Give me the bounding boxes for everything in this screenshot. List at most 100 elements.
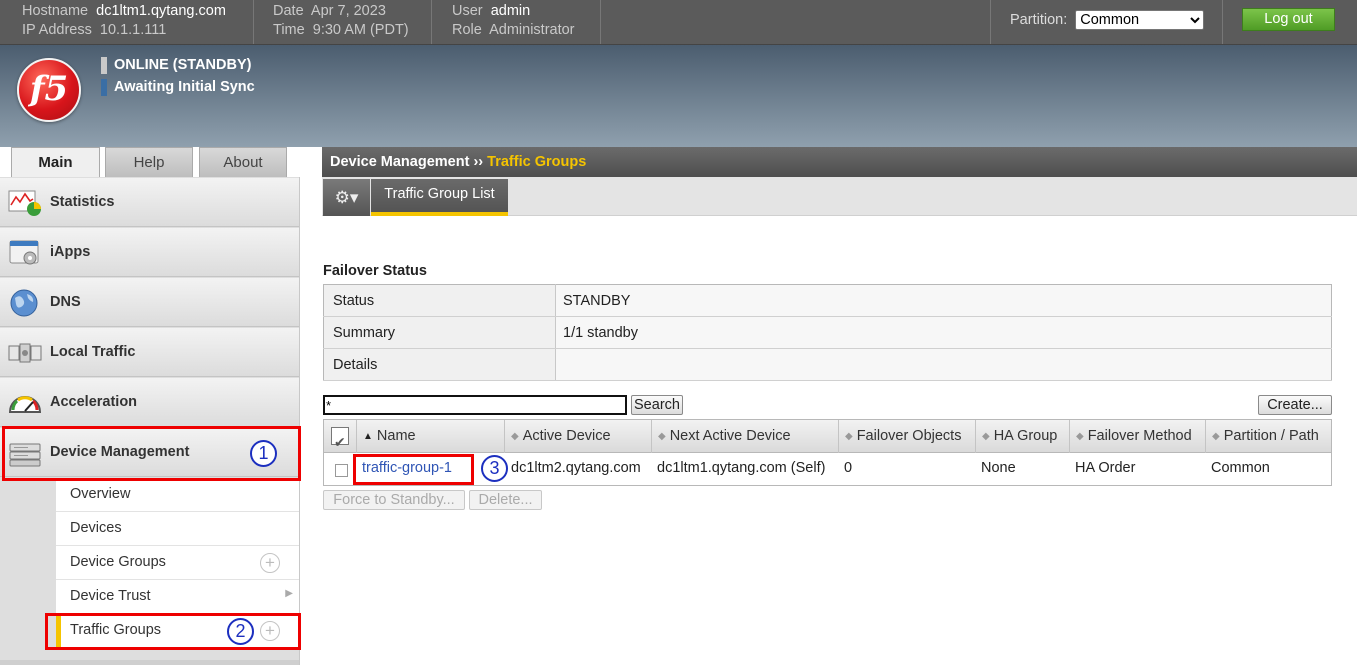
left-navigation: Statistics iApps DNS Local Traffic Accel… [0, 177, 300, 665]
tab-traffic-group-list[interactable]: Traffic Group List [371, 179, 508, 216]
subnav-label: Devices [70, 520, 122, 536]
role-label: Role [452, 22, 482, 38]
column-header-partition-path[interactable]: ◆ Partition / Path [1206, 420, 1331, 453]
column-label: Name [376, 428, 416, 444]
nav-iapps[interactable]: iApps [0, 228, 299, 277]
hostname-value: dc1ltm1.qytang.com [96, 3, 226, 19]
column-header-failover-objects[interactable]: ◆ Failover Objects [839, 420, 976, 453]
breadcrumb-current: Traffic Groups [487, 154, 587, 170]
details-key: Details [323, 348, 556, 381]
breadcrumb-section[interactable]: Device Management [330, 154, 469, 170]
subnav-device-trust[interactable]: Device Trust ▶ [56, 580, 299, 614]
nav-local-traffic[interactable]: Local Traffic [0, 328, 299, 377]
failover-status-table: Status STANDBY Summary 1/1 standby Detai… [323, 284, 1332, 381]
time-label: Time [273, 22, 305, 38]
dns-globe-icon [10, 289, 38, 317]
subnav-device-groups[interactable]: Device Groups + [56, 546, 299, 580]
column-label: Next Active Device [669, 428, 791, 444]
table-row: Status STANDBY [323, 284, 1332, 317]
ip-label: IP Address [22, 22, 92, 38]
delete-button[interactable]: Delete... [469, 490, 542, 510]
sort-icon: ◆ [658, 431, 666, 442]
divider [1222, 0, 1223, 44]
force-to-standby-button[interactable]: Force to Standby... [323, 490, 465, 510]
row-checkbox[interactable] [335, 464, 348, 477]
nav-label: Acceleration [50, 394, 138, 410]
subnav-overview[interactable]: Overview [56, 478, 299, 512]
failover-method-cell: HA Order [1075, 460, 1136, 476]
partition-select[interactable]: Common [1075, 10, 1205, 30]
create-button[interactable]: Create... [1258, 395, 1332, 415]
time-value: 9:30 AM (PDT) [312, 22, 409, 38]
f5-logo: f5 [17, 58, 81, 122]
traffic-group-name-link[interactable]: traffic-group-1 [362, 460, 452, 476]
ha-group-cell: None [981, 460, 1016, 476]
subtab-bar: ⚙▾ Traffic Group List [322, 177, 1357, 216]
active-device-cell: dc1ltm2.qytang.com [511, 460, 641, 476]
nav-dns[interactable]: DNS [0, 278, 299, 327]
failover-status-title: Failover Status [323, 263, 427, 279]
nav-statistics[interactable]: Statistics [0, 178, 299, 227]
header-banner: f5 ONLINE (STANDBY) Awaiting Initial Syn… [0, 45, 1357, 147]
sort-icon: ◆ [511, 431, 519, 442]
partition-control: Partition: Common [1010, 10, 1205, 30]
nav-label: Statistics [50, 194, 115, 210]
user-info: User admin Role Administrator [452, 2, 575, 40]
summary-value: 1/1 standby [555, 316, 1332, 349]
divider [431, 0, 432, 44]
column-header-next-active-device[interactable]: ◆ Next Active Device [652, 420, 839, 453]
breadcrumb-separator: ›› [473, 154, 484, 170]
add-device-group-icon[interactable]: + [260, 553, 280, 573]
select-all-column [324, 420, 357, 459]
column-header-active-device[interactable]: ◆ Active Device [505, 420, 652, 453]
online-status: ONLINE (STANDBY) [101, 56, 251, 75]
iapps-icon [9, 240, 39, 265]
annotation-highlight-traffic-groups [45, 613, 301, 650]
column-label: HA Group [993, 428, 1058, 444]
sort-icon: ◆ [982, 431, 990, 442]
partition-label: Partition: [1010, 11, 1068, 28]
table-row: Summary 1/1 standby [323, 316, 1332, 349]
partition-cell: Common [1211, 460, 1270, 476]
status-value: STANDBY [555, 284, 1332, 317]
tab-help[interactable]: Help [105, 147, 193, 178]
annotation-number-2: 2 [227, 618, 254, 645]
subnav-label: Device Trust [70, 588, 151, 604]
breadcrumb: Device Management ›› Traffic Groups [322, 147, 1357, 177]
table-row: Details [323, 348, 1332, 381]
date-value: Apr 7, 2023 [310, 3, 386, 19]
gear-menu-icon[interactable]: ⚙▾ [323, 179, 370, 216]
select-all-checkbox[interactable] [331, 426, 349, 459]
failover-objects-cell: 0 [844, 460, 853, 476]
list-header: ▲Name ◆Active Device ◆Next Active Device… [324, 420, 1331, 459]
traffic-group-list: ▲Name ◆Active Device ◆Next Active Device… [323, 419, 1332, 486]
subnav-label: Device Groups [70, 554, 166, 570]
subnav-devices[interactable]: Devices [56, 512, 299, 546]
sort-icon: ◆ [1076, 431, 1084, 442]
logout-button[interactable]: Log out [1242, 8, 1335, 31]
host-info: Hostname dc1ltm1.qytang.com IP Address 1… [22, 2, 226, 40]
search-input[interactable] [323, 395, 627, 415]
role-value: Administrator [489, 22, 575, 38]
divider [990, 0, 991, 44]
sort-icon: ◆ [845, 431, 853, 442]
acceleration-gauge-icon [8, 396, 42, 413]
nav-label: Local Traffic [50, 344, 136, 360]
hostname-label: Hostname [22, 3, 89, 19]
next-active-device-cell: dc1ltm1.qytang.com (Self) [657, 460, 826, 476]
sync-status: Awaiting Initial Sync [101, 78, 255, 97]
column-header-name[interactable]: ▲ Name [357, 420, 505, 453]
search-button[interactable]: Search [631, 395, 683, 415]
tab-main[interactable]: Main [11, 147, 100, 178]
column-header-failover-method[interactable]: ◆ Failover Method [1070, 420, 1206, 453]
nav-acceleration[interactable]: Acceleration [0, 378, 299, 427]
column-label: Active Device [522, 428, 611, 444]
details-value [555, 348, 1332, 381]
divider [600, 0, 601, 44]
annotation-number-1: 1 [250, 440, 277, 467]
status-key: Status [323, 284, 556, 317]
subnav-label: Overview [70, 486, 131, 502]
column-header-ha-group[interactable]: ◆ HA Group [976, 420, 1070, 453]
nav-label: iApps [50, 244, 91, 260]
tab-about[interactable]: About [199, 147, 287, 178]
